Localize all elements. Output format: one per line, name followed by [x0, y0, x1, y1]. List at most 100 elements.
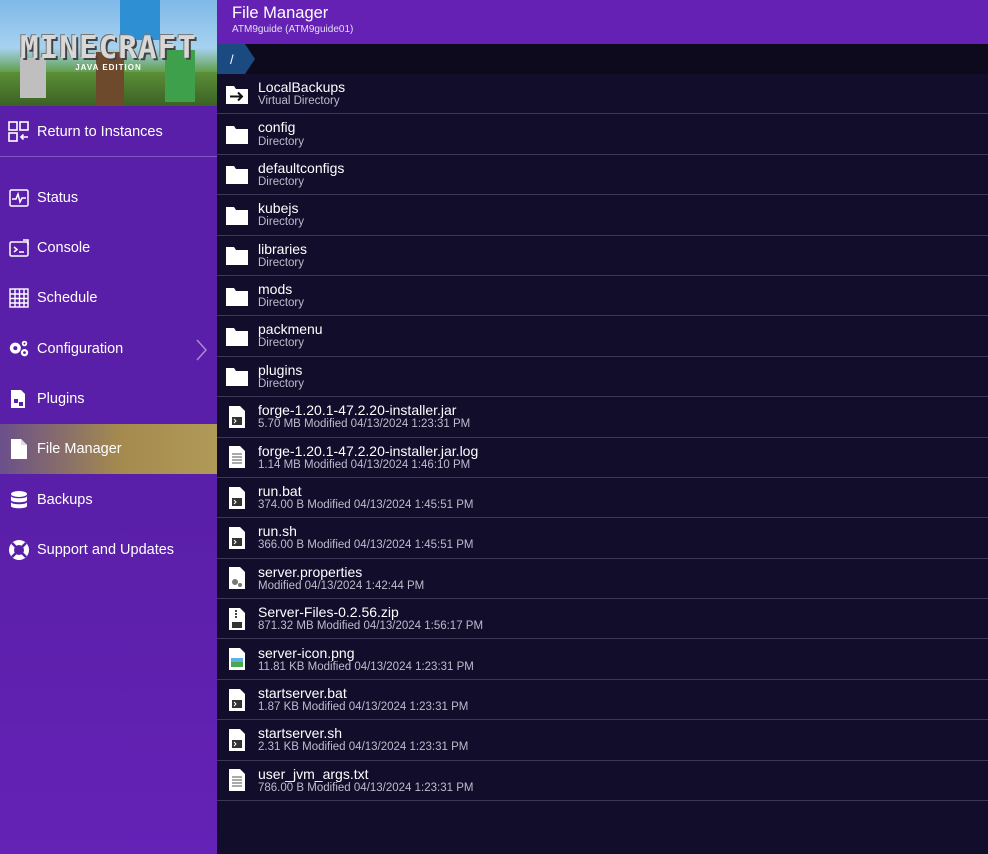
file-row[interactable]: run.sh 366.00 B Modified 04/13/2024 1:45:…	[217, 518, 988, 559]
folder-icon	[225, 121, 249, 147]
file-meta: 11.81 KB Modified 04/13/2024 1:23:31 PM	[258, 660, 474, 673]
page-header: File Manager ATM9guide (ATM9guide01)	[217, 0, 988, 44]
script-file-icon	[225, 525, 249, 551]
file-name: forge-1.20.1-47.2.20-installer.jar	[258, 402, 457, 419]
sidebar-item-label: Console	[37, 240, 91, 256]
zip-file-icon	[225, 606, 249, 632]
file-row[interactable]: Server-Files-0.2.56.zip 871.32 MB Modifie…	[217, 599, 988, 640]
folder-icon	[225, 323, 249, 349]
sidebar-item-console[interactable]: Console	[0, 224, 217, 272]
sidebar-divider	[0, 156, 217, 157]
virtual-directory-icon	[225, 81, 249, 107]
page-title: File Manager	[232, 4, 329, 22]
file-name: startserver.sh	[258, 725, 343, 742]
database-icon	[8, 489, 30, 511]
script-file-icon	[225, 404, 249, 430]
file-row[interactable]: mods Directory	[217, 276, 988, 317]
sidebar-item-configuration[interactable]: Configuration	[0, 325, 217, 373]
sidebar-item-schedule[interactable]: Schedule	[0, 274, 217, 322]
folder-icon	[225, 283, 249, 309]
file-row[interactable]: plugins Directory	[217, 357, 988, 398]
file-name: Server-Files-0.2.56.zip	[258, 604, 399, 621]
config-file-icon	[225, 565, 249, 591]
file-row[interactable]: run.bat 374.00 B Modified 04/13/2024 1:45…	[217, 478, 988, 519]
file-row[interactable]: server.properties Modified 04/13/2024 1:4…	[217, 559, 988, 600]
sidebar-item-label: Configuration	[37, 341, 124, 357]
sidebar-item-backups[interactable]: Backups	[0, 476, 217, 524]
file-row[interactable]: forge-1.20.1-47.2.20-installer.jar 5.70 M…	[217, 397, 988, 438]
status-icon	[8, 187, 30, 209]
file-meta: 1.14 MB Modified 04/13/2024 1:46:10 PM	[258, 458, 471, 471]
image-file-icon	[225, 646, 249, 672]
file-name: libraries	[258, 240, 308, 257]
file-meta: 5.70 MB Modified 04/13/2024 1:23:31 PM	[258, 418, 471, 431]
file-name: mods	[258, 280, 293, 297]
file-row[interactable]: forge-1.20.1-47.2.20-installer.jar.log 1.…	[217, 438, 988, 478]
file-meta: Directory	[258, 135, 305, 148]
file-meta: 366.00 B Modified 04/13/2024 1:45:51 PM	[258, 539, 474, 552]
return-to-instances-label: Return to Instances	[37, 124, 163, 140]
file-row[interactable]: libraries Directory	[217, 236, 988, 276]
file-meta: Directory	[258, 216, 305, 229]
file-name: run.sh	[258, 523, 297, 540]
script-file-icon	[225, 727, 249, 753]
plugins-icon	[8, 388, 30, 410]
file-row[interactable]: config Directory	[217, 114, 988, 155]
file-name: run.bat	[258, 482, 302, 499]
file-row[interactable]: startserver.sh 2.31 KB Modified 04/13/202…	[217, 720, 988, 761]
lifebuoy-icon	[8, 539, 30, 561]
file-row[interactable]: server-icon.png 11.81 KB Modified 04/13/2…	[217, 639, 988, 680]
file-meta: 871.32 MB Modified 04/13/2024 1:56:17 PM	[258, 620, 484, 633]
file-name: startserver.bat	[258, 684, 347, 701]
schedule-icon	[8, 287, 30, 309]
file-meta: 2.31 KB Modified 04/13/2024 1:23:31 PM	[258, 741, 469, 754]
file-row[interactable]: startserver.bat 1.87 KB Modified 04/13/20…	[217, 680, 988, 721]
file-name: forge-1.20.1-47.2.20-installer.jar.log	[258, 442, 479, 459]
file-meta: 374.00 B Modified 04/13/2024 1:45:51 PM	[258, 499, 474, 512]
logo-text: MINECRAFT	[20, 30, 197, 66]
sidebar-item-label: File Manager	[37, 441, 122, 457]
file-row[interactable]: user_jvm_args.txt 786.00 B Modified 04/13…	[217, 761, 988, 802]
sidebar-item-label: Status	[37, 190, 79, 206]
script-file-icon	[225, 485, 249, 511]
gears-icon	[8, 338, 30, 360]
sidebar-item-support[interactable]: Support and Updates	[0, 526, 217, 574]
file-row[interactable]: defaultconfigs Directory	[217, 155, 988, 196]
text-file-icon	[225, 444, 249, 470]
console-icon	[8, 237, 30, 259]
folder-icon	[225, 363, 249, 389]
breadcrumb: /	[217, 44, 988, 74]
file-row[interactable]: kubejs Directory	[217, 195, 988, 236]
folder-icon	[225, 242, 249, 268]
breadcrumb-root[interactable]: /	[217, 44, 255, 74]
file-name: server-icon.png	[258, 644, 355, 661]
file-meta: 1.87 KB Modified 04/13/2024 1:23:31 PM	[258, 700, 469, 713]
sidebar-item-file-manager[interactable]: File Manager	[0, 424, 217, 474]
chevron-right-icon	[195, 339, 208, 365]
file-meta: Virtual Directory	[258, 95, 340, 108]
file-name: server.properties	[258, 563, 363, 580]
sidebar-item-status[interactable]: Status	[0, 174, 217, 222]
folder-icon	[225, 161, 249, 187]
return-to-instances-button[interactable]: Return to Instances	[0, 108, 217, 156]
file-name: defaultconfigs	[258, 159, 345, 176]
file-name: kubejs	[258, 200, 299, 217]
sidebar-item-label: Backups	[37, 492, 93, 508]
sidebar-item-plugins[interactable]: Plugins	[0, 375, 217, 423]
file-name: plugins	[258, 361, 303, 378]
file-meta: Modified 04/13/2024 1:42:44 PM	[258, 579, 425, 592]
file-list: LocalBackups Virtual Directory config Direc…	[217, 74, 988, 802]
sidebar-item-label: Plugins	[37, 391, 85, 407]
file-meta: Directory	[258, 337, 305, 350]
instance-subtitle: ATM9guide (ATM9guide01)	[232, 24, 354, 35]
file-name: packmenu	[258, 321, 323, 338]
file-row[interactable]: packmenu Directory	[217, 316, 988, 357]
file-name: config	[258, 119, 296, 136]
file-row[interactable]: LocalBackups Virtual Directory	[217, 74, 988, 115]
file-meta: Directory	[258, 297, 305, 310]
file-name: LocalBackups	[258, 79, 346, 96]
sidebar-item-label: Schedule	[37, 290, 98, 306]
folder-icon	[225, 202, 249, 228]
logo-subtitle: JAVA EDITION	[75, 63, 142, 72]
minecraft-logo: MINECRAFT JAVA EDITION	[0, 0, 217, 106]
